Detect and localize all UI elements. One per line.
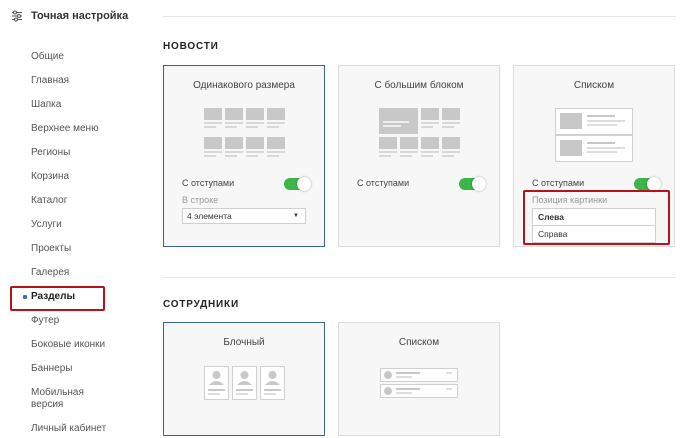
sidebar-item-main[interactable]: Главная — [31, 75, 131, 87]
grid-layout-preview — [204, 108, 285, 157]
sidebar-item-side-icons[interactable]: Боковые иконки — [31, 339, 131, 351]
sidebar-title: Точная настройка — [31, 10, 129, 22]
staff-list-preview — [380, 368, 458, 398]
main-content: НОВОСТИ Одинакового размера С отступами … — [140, 0, 692, 438]
big-block-layout-preview — [379, 108, 460, 157]
sidebar-item-footer[interactable]: Футер — [31, 315, 131, 327]
toggle-label: С отступами — [182, 178, 235, 188]
sidebar-item-banners[interactable]: Баннеры — [31, 363, 131, 375]
card-title: С большим блоком — [374, 80, 464, 91]
sidebar-item-general[interactable]: Общие — [31, 51, 131, 63]
toggle-knob — [472, 177, 486, 191]
card-title: Блочный — [223, 337, 265, 348]
sidebar-item-header[interactable]: Шапка — [31, 99, 131, 111]
highlight-sections — [10, 286, 105, 311]
section-title-news: НОВОСТИ — [163, 41, 219, 52]
select-value: 4 элемента — [187, 211, 232, 221]
sidebar-item-catalog[interactable]: Каталог — [31, 195, 131, 207]
divider — [163, 277, 676, 278]
sidebar-item-services[interactable]: Услуги — [31, 219, 131, 231]
sidebar-item-projects[interactable]: Проекты — [31, 243, 131, 255]
sidebar-item-cart[interactable]: Корзина — [31, 171, 131, 183]
list-layout-preview — [555, 108, 633, 162]
padding-toggle[interactable] — [459, 177, 486, 191]
sidebar-item-gallery[interactable]: Галерея — [31, 267, 131, 279]
highlight-image-position — [523, 190, 670, 245]
sidebar-item-account[interactable]: Личный кабинет — [31, 423, 131, 435]
sidebar: Точная настройка Общие Главная Шапка Вер… — [0, 0, 140, 438]
padding-toggle[interactable] — [284, 177, 311, 191]
section-title-staff: СОТРУДНИКИ — [163, 299, 239, 310]
toggle-label: С отступами — [357, 178, 410, 188]
news-card-big-block[interactable]: С большим блоком С отступами — [338, 65, 500, 247]
divider — [163, 16, 676, 17]
news-card-equal-size[interactable]: Одинакового размера С отступами В строке… — [163, 65, 325, 247]
per-row-label: В строке — [182, 195, 219, 205]
card-title: Списком — [573, 80, 615, 91]
sliders-icon — [12, 10, 22, 22]
staff-blocks-preview — [204, 366, 285, 400]
chevron-down-icon: ▼ — [293, 213, 299, 219]
card-title: Одинакового размера — [193, 80, 295, 91]
padding-toggle[interactable] — [634, 177, 661, 191]
sidebar-item-regions[interactable]: Регионы — [31, 147, 131, 159]
per-row-select[interactable]: 4 элемента ▼ — [182, 208, 306, 224]
sidebar-item-top-menu[interactable]: Верхнее меню — [31, 123, 131, 135]
toggle-knob — [297, 177, 311, 191]
card-title: Списком — [398, 337, 440, 348]
staff-card-blocks[interactable]: Блочный — [163, 322, 325, 436]
toggle-label: С отступами — [532, 178, 585, 188]
staff-card-list[interactable]: Списком — [338, 322, 500, 436]
toggle-knob — [647, 177, 661, 191]
sidebar-item-mobile[interactable]: Мобильная версия — [31, 387, 111, 411]
